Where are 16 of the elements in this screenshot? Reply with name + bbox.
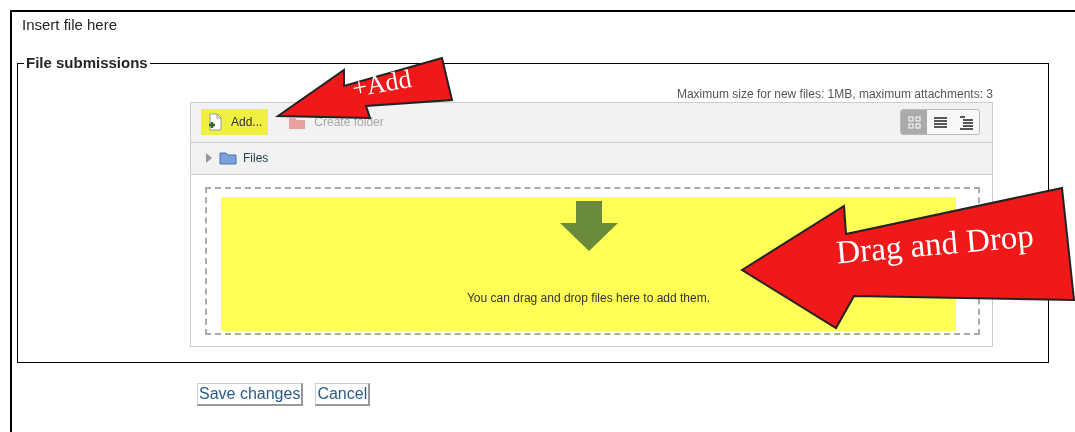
folder-icon	[219, 151, 237, 165]
list-view-icon	[932, 114, 948, 130]
add-file-icon	[207, 113, 223, 131]
cancel-button[interactable]: Cancel	[315, 382, 371, 406]
tree-view-button[interactable]	[953, 110, 979, 134]
list-view-button[interactable]	[927, 110, 953, 134]
add-button[interactable]: Add...	[201, 109, 269, 135]
callout-label: +Add	[349, 63, 415, 105]
tree-view-icon	[958, 114, 974, 130]
limits-text: Maximum size for new files: 1MB, maximum attachments: 3	[676, 86, 993, 101]
view-mode-toggle[interactable]	[900, 109, 980, 135]
folder-path-link[interactable]: Files	[243, 149, 269, 167]
save-button[interactable]: Save changes	[197, 382, 304, 406]
grid-view-icon	[906, 114, 922, 130]
drop-zone-message: You can drag and drop files here to add them.	[466, 289, 711, 307]
page-heading: Insert file here	[21, 15, 119, 35]
